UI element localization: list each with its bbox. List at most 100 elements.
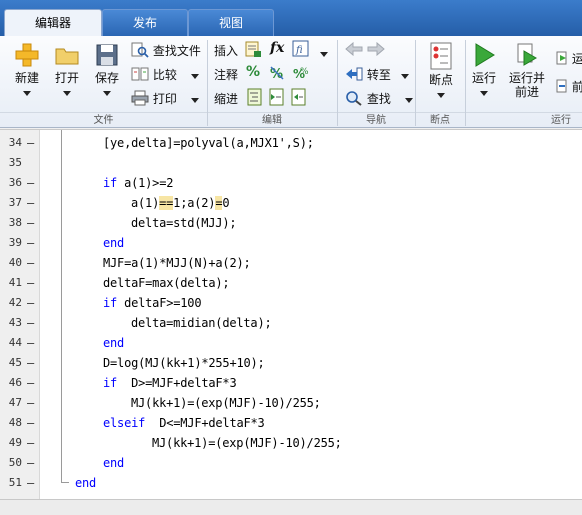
save-disk-icon (94, 42, 120, 71)
magnifier-icon (345, 90, 363, 109)
line-number: 40 (8, 256, 22, 269)
code-line[interactable]: 44– end (0, 333, 582, 353)
line-number: 44 (8, 336, 22, 349)
line-number: 45 (8, 356, 22, 369)
tab-view[interactable]: 视图 (188, 9, 274, 36)
code-text: end (103, 456, 125, 470)
code-text: [ye,delta]=polyval(a,MJX1',S); (103, 136, 314, 150)
goto-dropdown-icon[interactable] (400, 74, 409, 79)
svg-text:fi: fi (295, 45, 303, 56)
code-line[interactable]: 35 (0, 153, 582, 173)
ribbon-section-footer-line (0, 112, 582, 113)
find-button[interactable]: 查找 (345, 90, 413, 109)
compare-label: 比较 (152, 68, 177, 82)
run-and-advance-button[interactable]: 运行并 前进 (506, 42, 548, 99)
line-number: 35 (8, 156, 22, 169)
forward-arrow-icon[interactable] (367, 41, 385, 59)
svg-text:%: % (300, 67, 309, 77)
back-arrow-icon[interactable] (345, 41, 363, 59)
find-dropdown-icon[interactable] (404, 98, 413, 103)
code-line[interactable]: 34– [ye,delta]=polyval(a,MJX1',S); (0, 133, 582, 153)
code-line[interactable]: 49– MJ(kk+1)=(exp(MJF)-10)/255; (0, 433, 582, 453)
folder-icon (54, 42, 80, 71)
advance-label: 前 (571, 80, 582, 94)
code-line[interactable]: 36– if a(1)>=2 (0, 173, 582, 193)
line-number: 47 (8, 396, 22, 409)
toolstrip-tabbar: 编辑器 发布 视图 (0, 0, 582, 36)
edit-section-label: 编辑 (262, 115, 282, 126)
code-line[interactable]: 39– end (0, 233, 582, 253)
fx-icon[interactable]: fx (270, 40, 284, 56)
new-button[interactable]: 新建 (8, 42, 46, 99)
find-files-icon (131, 42, 149, 61)
code-line[interactable]: 38– delta=std(MJJ); (0, 213, 582, 233)
print-button[interactable]: 打印 (131, 90, 199, 109)
run-and-advance-icon (515, 42, 539, 71)
new-dropdown-icon[interactable] (23, 91, 31, 96)
advance-icon (556, 79, 568, 96)
goto-button[interactable]: 转至 (345, 66, 409, 85)
line-number: 50 (8, 456, 22, 469)
insert-function-icon[interactable]: fi (292, 40, 310, 61)
code-line[interactable]: 37– a(1)==1;a(2)=0 (0, 193, 582, 213)
compare-dropdown-icon[interactable] (190, 74, 199, 79)
increase-indent-icon[interactable] (268, 88, 286, 109)
code-line[interactable]: 43– delta=midian(delta); (0, 313, 582, 333)
code-line[interactable]: 40– MJF=a(1)*MJJ(N)+a(2); (0, 253, 582, 273)
code-line[interactable]: 41– deltaF=max(delta); (0, 273, 582, 293)
line-number: 42 (8, 296, 22, 309)
run-section-button[interactable]: 运 (556, 50, 582, 68)
breakpoints-button[interactable]: 断点 (420, 42, 462, 101)
save-dropdown-icon[interactable] (103, 91, 111, 96)
open-dropdown-icon[interactable] (63, 91, 71, 96)
code-editor[interactable]: 34– [ye,delta]=polyval(a,MJX1',S); 35 36… (0, 129, 582, 500)
code-text: delta=std(MJJ); (131, 216, 237, 230)
navigate-section-label: 导航 (366, 115, 386, 126)
tab-editor[interactable]: 编辑器 (4, 9, 102, 36)
code-line[interactable]: 46– if D>=MJF+deltaF*3 (0, 373, 582, 393)
code-line[interactable]: 42– if deltaF>=100 (0, 293, 582, 313)
run-and-advance-label-1: 运行并 (508, 71, 545, 85)
line-number: 39 (8, 236, 22, 249)
open-button[interactable]: 打开 (48, 42, 86, 99)
decrease-indent-icon[interactable] (290, 88, 308, 109)
wrap-comments-icon[interactable]: %% (292, 64, 310, 85)
code-line[interactable]: 48– elseif D<=MJF+deltaF*3 (0, 413, 582, 433)
print-label: 打印 (152, 92, 177, 106)
breakpoints-label: 断点 (428, 73, 453, 87)
code-line[interactable]: 45– D=log(MJ(kk+1)*255+10); (0, 353, 582, 373)
tab-publish[interactable]: 发布 (102, 9, 188, 36)
run-dropdown-icon[interactable] (480, 91, 488, 96)
line-number: 51 (8, 476, 22, 489)
advance-button[interactable]: 前 (556, 78, 582, 96)
find-files-button[interactable]: 查找文件 (131, 42, 201, 61)
smart-indent-icon[interactable] (246, 88, 264, 109)
file-section-label: 文件 (93, 115, 114, 126)
line-number: 36 (8, 176, 22, 189)
uncomment-icon[interactable]: % (268, 64, 286, 85)
goto-arrow-icon (345, 66, 363, 85)
print-dropdown-icon[interactable] (190, 98, 199, 103)
line-number: 38 (8, 216, 22, 229)
breakpoints-dropdown-icon[interactable] (437, 93, 445, 98)
compare-button[interactable]: 比较 (131, 66, 199, 85)
new-label: 新建 (14, 71, 39, 85)
comment-percent-icon[interactable]: % (246, 64, 260, 80)
svg-text:%: % (270, 67, 283, 82)
save-label: 保存 (94, 71, 119, 85)
save-button[interactable]: 保存 (88, 42, 126, 99)
line-number: 37 (8, 196, 22, 209)
fold-end-marker (61, 473, 69, 483)
code-line[interactable]: 50– end (0, 453, 582, 473)
breakpoints-section-label: 断点 (430, 115, 450, 126)
breakpoints-icon (429, 42, 453, 73)
code-line[interactable]: 47– MJ(kk+1)=(exp(MJF)-10)/255; (0, 393, 582, 413)
code-line[interactable]: 51– end (0, 473, 582, 493)
ribbon: 新建 打开 保存 查找文件 比较 打印 文件 插入 注释 缩进 fx fi % … (0, 36, 582, 128)
insert-dropdown-icon[interactable] (320, 46, 328, 60)
run-section-icon (556, 51, 568, 68)
code-text: MJ(kk+1)=(exp(MJF)-10)/255; (152, 436, 342, 450)
run-button[interactable]: 运行 (466, 42, 502, 99)
insert-section-icon[interactable] (244, 40, 262, 61)
open-label: 打开 (54, 71, 79, 85)
